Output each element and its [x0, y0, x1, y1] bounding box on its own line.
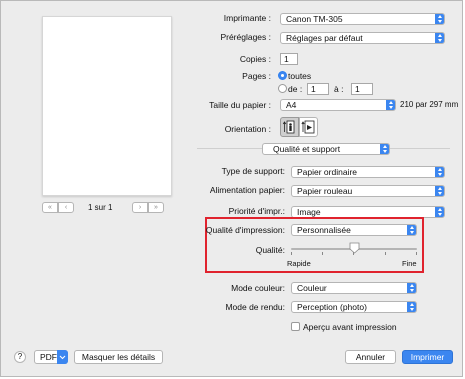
presets-value: Réglages par défaut	[286, 33, 363, 43]
popup-arrows-icon	[435, 186, 444, 196]
page-preview	[42, 16, 172, 196]
last-page-button[interactable]: »	[148, 202, 164, 213]
prev-page-button[interactable]: ‹	[58, 202, 74, 213]
media-type-select[interactable]: Papier ordinaire	[291, 166, 445, 178]
paper-size-value: A4	[286, 100, 297, 110]
popup-arrows-icon	[407, 225, 416, 235]
color-mode-value: Couleur	[297, 283, 327, 293]
pages-from-input[interactable]: 1	[307, 83, 329, 95]
pages-from-label: de :	[288, 84, 303, 94]
popup-arrows-icon	[435, 33, 444, 43]
orientation-portrait-button[interactable]	[280, 117, 299, 137]
section-value: Qualité et support	[273, 144, 341, 154]
print-dialog: « ‹ 1 sur 1 › » Imprimante : Canon TM-30…	[0, 0, 463, 377]
help-button[interactable]: ?	[14, 351, 26, 363]
pager-text: 1 sur 1	[88, 203, 113, 212]
orientation-label: Orientation :	[224, 124, 271, 134]
paper-size-select[interactable]: A4	[280, 99, 396, 111]
print-priority-label: Priorité d'impr.:	[228, 206, 285, 216]
print-button[interactable]: Imprimer	[402, 350, 453, 364]
render-mode-select[interactable]: Perception (photo)	[291, 301, 417, 313]
color-mode-label: Mode couleur:	[231, 283, 285, 293]
popup-arrows-icon	[386, 100, 395, 110]
presets-label: Préréglages :	[220, 32, 271, 42]
paper-source-select[interactable]: Papier rouleau	[291, 185, 445, 197]
quality-slider[interactable]	[291, 241, 417, 257]
media-type-value: Papier ordinaire	[297, 167, 358, 177]
portrait-orientation-icon	[282, 120, 295, 134]
print-quality-value: Personnalisée	[297, 225, 351, 235]
pages-range-radio[interactable]	[278, 84, 287, 93]
preview-checkbox-label: Aperçu avant impression	[303, 322, 397, 332]
quality-max-label: Fine	[402, 259, 417, 268]
popup-arrows-icon	[407, 283, 416, 293]
media-type-label: Type de support:	[221, 166, 285, 176]
render-mode-label: Mode de rendu:	[225, 302, 285, 312]
print-quality-label: Qualité d'impression:	[205, 225, 285, 235]
paper-size-label: Taille du papier :	[209, 100, 271, 110]
pages-all-label: toutes	[288, 71, 312, 81]
slider-knob[interactable]	[349, 242, 360, 254]
popup-arrows-icon	[435, 167, 444, 177]
help-icon: ?	[17, 352, 23, 361]
pages-to-input[interactable]: 1	[351, 83, 373, 95]
printer-select[interactable]: Canon TM-305	[280, 13, 445, 25]
quality-min-label: Rapide	[287, 259, 311, 268]
popup-arrows-icon	[380, 144, 389, 154]
color-mode-select[interactable]: Couleur	[291, 282, 417, 294]
printer-value: Canon TM-305	[286, 14, 343, 24]
print-priority-value: Image	[297, 207, 321, 217]
print-quality-select[interactable]: Personnalisée	[291, 224, 417, 236]
popup-arrows-icon	[435, 14, 444, 24]
popup-arrows-icon	[407, 302, 416, 312]
presets-select[interactable]: Réglages par défaut	[280, 32, 445, 44]
pages-to-label: à :	[334, 84, 344, 94]
printer-label: Imprimante :	[223, 13, 271, 23]
landscape-orientation-icon	[301, 120, 315, 134]
next-page-button[interactable]: ›	[132, 202, 148, 213]
hide-details-button[interactable]: Masquer les détails	[74, 350, 163, 364]
cancel-button[interactable]: Annuler	[345, 350, 396, 364]
copies-input[interactable]: 1	[280, 53, 298, 65]
pdf-label: PDF	[40, 352, 57, 362]
quality-slider-label: Qualité:	[255, 245, 285, 255]
pages-all-radio[interactable]	[278, 71, 287, 80]
orientation-landscape-button[interactable]	[299, 117, 318, 137]
first-page-button[interactable]: «	[42, 202, 58, 213]
pager: « ‹ 1 sur 1 › »	[42, 202, 170, 214]
pdf-menu-button[interactable]: PDF	[34, 350, 68, 364]
copies-label: Copies :	[239, 54, 271, 64]
popup-arrows-icon	[435, 207, 444, 217]
section-select[interactable]: Qualité et support	[262, 143, 390, 155]
render-mode-value: Perception (photo)	[297, 302, 367, 312]
preview-checkbox[interactable]	[291, 322, 300, 331]
paper-source-label: Alimentation papier:	[209, 185, 285, 195]
paper-source-value: Papier rouleau	[297, 186, 353, 196]
paper-size-dimensions: 210 par 297 mm	[400, 100, 459, 109]
pages-label: Pages :	[242, 71, 271, 81]
chevron-down-icon	[57, 350, 68, 364]
